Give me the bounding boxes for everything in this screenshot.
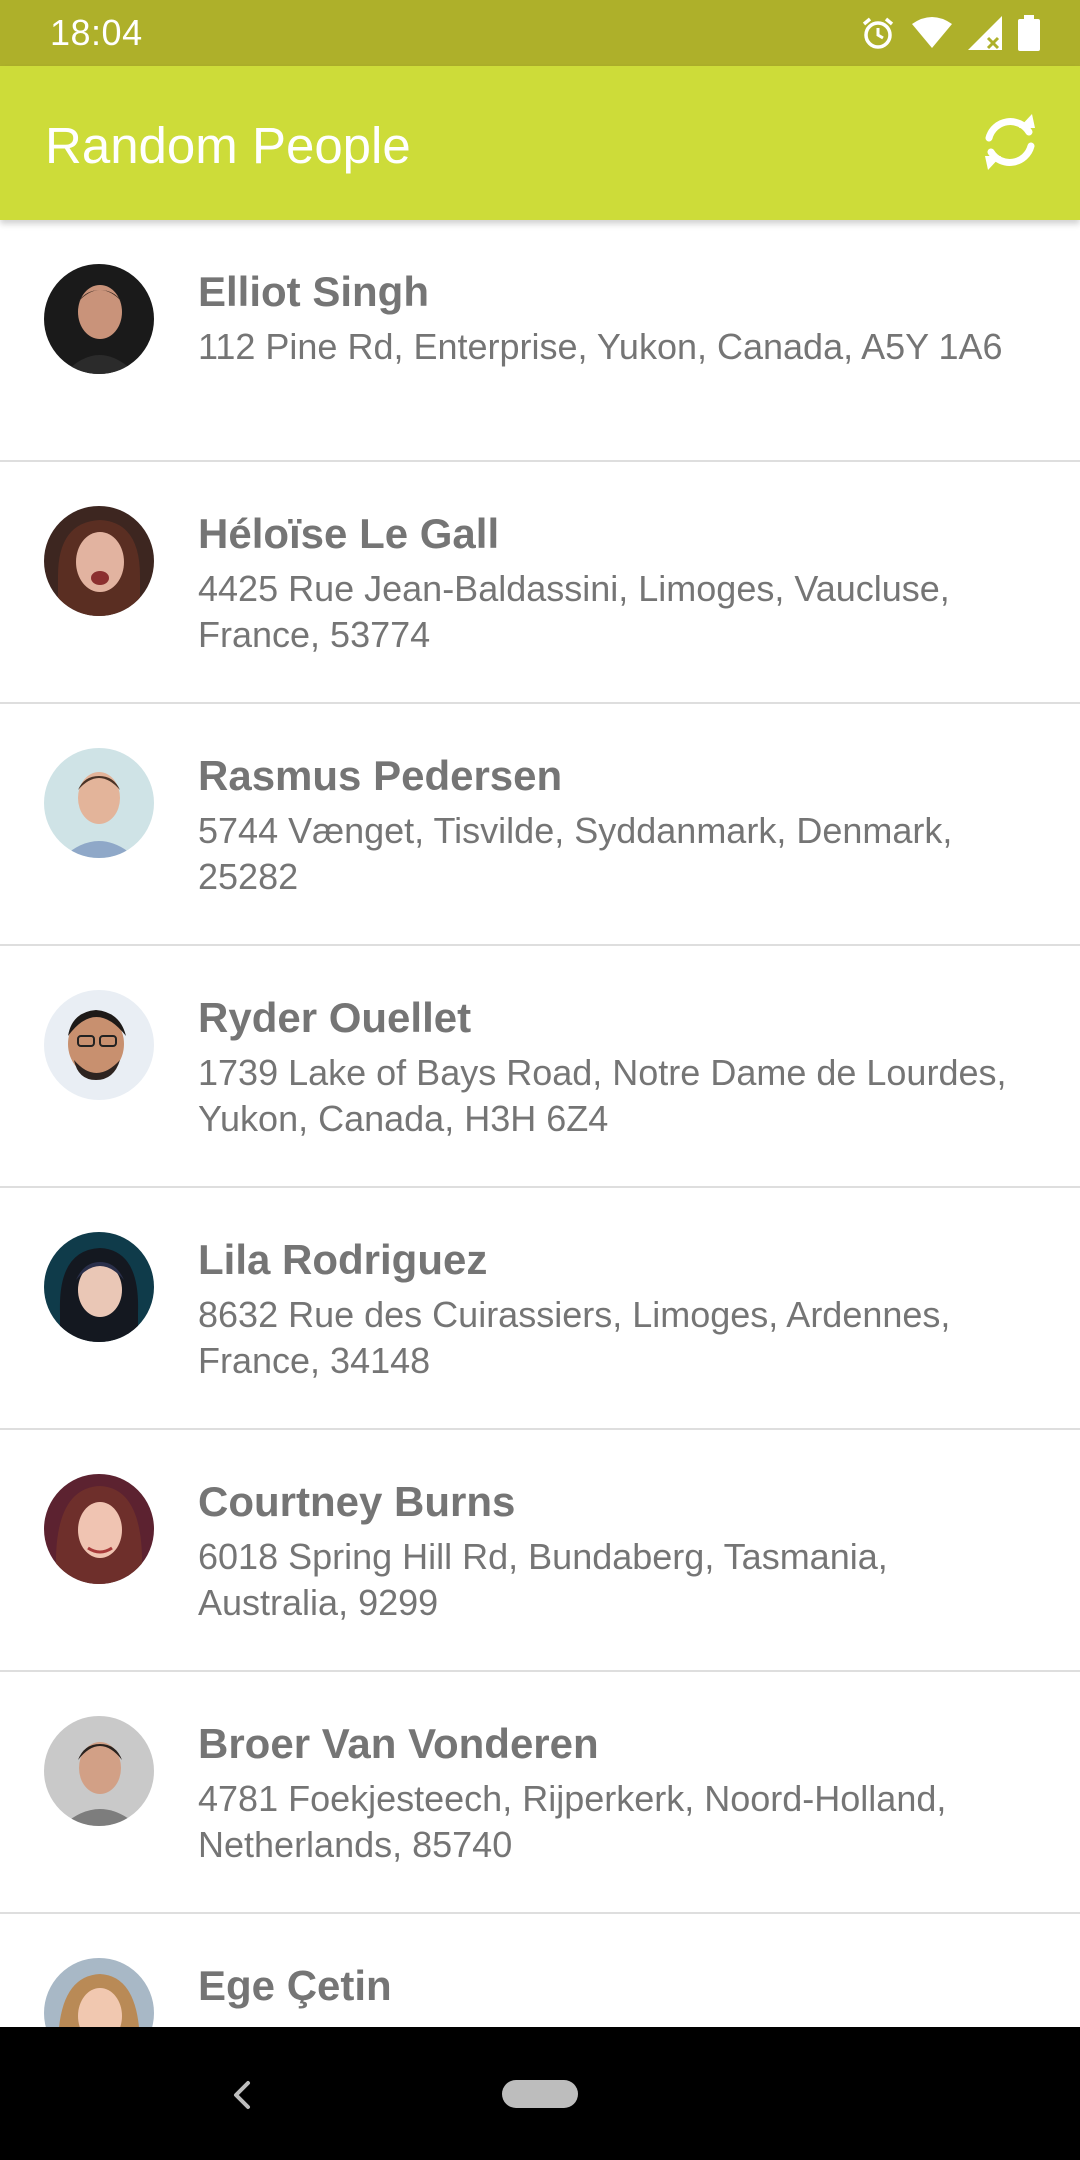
- avatar: [44, 748, 154, 858]
- navigation-bar: [0, 2027, 1080, 2160]
- list-item[interactable]: Rasmus Pedersen 5744 Vænget, Tisvilde, S…: [0, 704, 1080, 946]
- app-title: Random People: [45, 117, 411, 174]
- person-name: Ege Çetin: [198, 1962, 392, 2009]
- home-pill[interactable]: [502, 2080, 578, 2108]
- refresh-icon: [979, 113, 1041, 175]
- person-name: Elliot Singh: [198, 268, 429, 315]
- list-item[interactable]: Ryder Ouellet 1739 Lake of Bays Road, No…: [0, 946, 1080, 1188]
- list-item[interactable]: Courtney Burns 6018 Spring Hill Rd, Bund…: [0, 1430, 1080, 1672]
- list-item[interactable]: Lila Rodriguez 8632 Rue des Cuirassiers,…: [0, 1188, 1080, 1430]
- alarm-icon: [860, 15, 896, 51]
- status-bar: 18:04: [0, 0, 1080, 66]
- list-item[interactable]: Broer Van Vonderen 4781 Foekjesteech, Ri…: [0, 1672, 1080, 1914]
- person-name: Lila Rodriguez: [198, 1236, 488, 1283]
- person-name: Héloïse Le Gall: [198, 510, 500, 557]
- refresh-button[interactable]: [970, 104, 1050, 184]
- avatar: [44, 1232, 154, 1342]
- avatar: [44, 1474, 154, 1584]
- person-address: 4425 Rue Jean-Baldassini, Limoges, Vaucl…: [198, 568, 950, 655]
- person-name: Broer Van Vonderen: [198, 1720, 599, 1767]
- avatar: [44, 264, 154, 374]
- person-name: Courtney Burns: [198, 1478, 516, 1525]
- avatar: [44, 506, 154, 616]
- person-address: 112 Pine Rd, Enterprise, Yukon, Canada, …: [198, 326, 1003, 367]
- avatar: [44, 990, 154, 1100]
- avatar: [44, 1716, 154, 1826]
- person-name: Rasmus Pedersen: [198, 752, 563, 799]
- status-icons: [860, 12, 1040, 54]
- person-address: 6018 Spring Hill Rd, Bundaberg, Tasmania…: [198, 1536, 888, 1623]
- app-bar: Random People: [0, 66, 1080, 220]
- avatar: [44, 1958, 154, 2027]
- back-icon[interactable]: [222, 2075, 262, 2115]
- list-item[interactable]: Ege Çetin: [0, 1914, 1080, 2027]
- list-item[interactable]: Héloïse Le Gall 4425 Rue Jean-Baldassini…: [0, 462, 1080, 704]
- person-address: 1739 Lake of Bays Road, Notre Dame de Lo…: [198, 1052, 1007, 1139]
- wifi-icon: [912, 16, 952, 50]
- list-item[interactable]: Elliot Singh 112 Pine Rd, Enterprise, Yu…: [0, 220, 1080, 462]
- person-address: 4781 Foekjesteech, Rijperkerk, Noord-Hol…: [198, 1778, 947, 1865]
- people-list[interactable]: Elliot Singh 112 Pine Rd, Enterprise, Yu…: [0, 220, 1080, 2027]
- person-name: Ryder Ouellet: [198, 994, 472, 1041]
- battery-icon: [1018, 15, 1040, 51]
- signal-icon: [968, 16, 1002, 50]
- status-time: 18:04: [50, 12, 143, 53]
- person-address: 5744 Vænget, Tisvilde, Syddanmark, Denma…: [198, 810, 953, 897]
- person-address: 8632 Rue des Cuirassiers, Limoges, Arden…: [198, 1294, 951, 1381]
